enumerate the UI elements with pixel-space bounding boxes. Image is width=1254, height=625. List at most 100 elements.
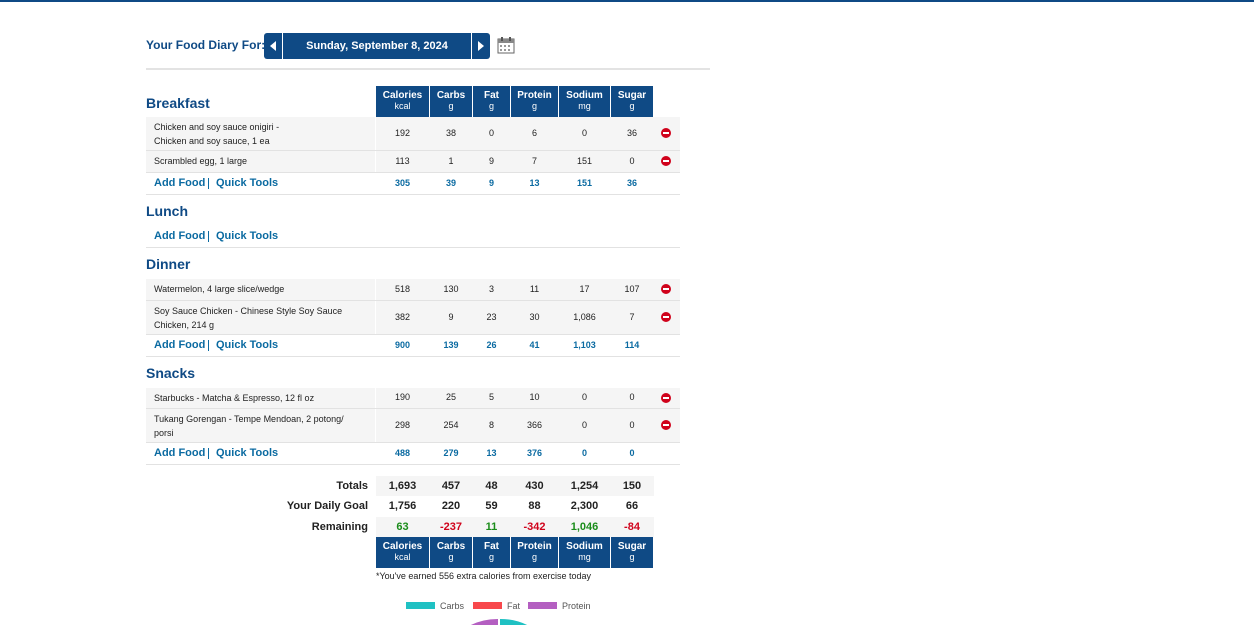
daily-goal-row: 1,756 220 59 88 2,300 66 [376, 497, 654, 517]
goal-calories: 1,756 [388, 500, 417, 512]
add-food-link[interactable]: Add Food [154, 177, 205, 189]
add-food-link[interactable]: Add Food [154, 339, 205, 351]
goal-protein: 88 [528, 500, 541, 512]
add-food-link[interactable]: Add Food [154, 447, 205, 459]
date-navigator: Sunday, September 8, 2024 [264, 33, 490, 59]
meal-title-dinner: Dinner [146, 256, 191, 272]
total-sodium: 1,254 [570, 480, 599, 492]
goal-sodium: 2,300 [570, 500, 599, 512]
remove-food-icon[interactable] [661, 393, 671, 403]
food-protein: 6 [531, 128, 537, 138]
food-protein: 366 [526, 420, 543, 430]
food-name[interactable]: Tukang Gorengan - Tempe Mendoan, 2 poton… [154, 412, 359, 440]
previous-day-button[interactable] [264, 33, 283, 59]
meal-total-carbs: 279 [443, 448, 459, 458]
food-sodium: 0 [581, 420, 587, 430]
goal-carbs: 220 [441, 500, 461, 512]
next-day-button[interactable] [471, 33, 490, 59]
legend-label-fat: Fat [507, 601, 521, 611]
food-row[interactable]: Chicken and soy sauce onigiri - Chicken … [146, 117, 680, 151]
remove-food-icon[interactable] [661, 284, 671, 294]
diary-date[interactable]: Sunday, September 8, 2024 [283, 33, 471, 59]
food-protein: 30 [529, 312, 540, 322]
column-sugar: Sugar g [611, 537, 653, 568]
food-calories: 518 [394, 284, 411, 294]
column-fat: Fat g [473, 537, 510, 568]
total-calories: 1,693 [388, 480, 417, 492]
food-sodium: 0 [581, 128, 587, 138]
remove-food-icon[interactable] [661, 420, 671, 430]
meal-total-fat: 9 [488, 178, 494, 188]
quick-tools-link[interactable]: Quick Tools [216, 339, 278, 351]
meal-total-sugar: 36 [626, 178, 637, 188]
goal-fat: 59 [485, 500, 498, 512]
food-sodium: 1,086 [573, 312, 596, 322]
food-name[interactable]: Scrambled egg, 1 large [154, 154, 364, 168]
food-row[interactable]: Soy Sauce Chicken - Chinese Style Soy Sa… [146, 301, 680, 335]
food-row[interactable]: Scrambled egg, 1 large 113 1 9 7 151 0 [146, 151, 680, 173]
meal-total-carbs: 39 [445, 178, 456, 188]
totals-label: Totals [336, 480, 368, 492]
column-protein: Protein g [511, 86, 558, 117]
meal-total-protein: 13 [529, 178, 540, 188]
food-calories: 298 [394, 420, 411, 430]
goal-sugar: 66 [625, 500, 639, 512]
food-protein: 10 [529, 392, 540, 402]
quick-tools-link[interactable]: Quick Tools [216, 447, 278, 459]
column-calories: Calories kcal [376, 86, 429, 117]
meal-total-protein: 41 [529, 340, 540, 350]
breakfast-actions: Add Food Quick Tools 305 39 9 13 151 36 [146, 173, 680, 195]
meal-total-carbs: 139 [443, 340, 459, 350]
pie-slice-protein [471, 618, 498, 625]
column-calories: Calories kcal [376, 537, 429, 568]
food-row[interactable]: Tukang Gorengan - Tempe Mendoan, 2 poton… [146, 409, 680, 443]
food-fat: 8 [488, 420, 494, 430]
remove-food-icon[interactable] [661, 156, 671, 166]
food-sugar: 36 [626, 128, 637, 138]
legend-label-protein: Protein [562, 601, 591, 611]
meal-total-sodium: 1,103 [573, 340, 596, 350]
meal-total-sugar: 114 [624, 340, 640, 350]
food-name[interactable]: Starbucks - Matcha & Espresso, 12 fl oz [154, 391, 364, 405]
remaining-row: 63 -237 11 -342 1,046 -84 [376, 517, 654, 537]
food-sodium: 151 [576, 156, 593, 166]
column-protein: Protein g [511, 537, 558, 568]
calendar-icon[interactable] [497, 36, 515, 54]
food-fat: 5 [488, 392, 494, 402]
food-calories: 382 [394, 312, 411, 322]
remove-food-icon[interactable] [661, 312, 671, 322]
total-sugar: 150 [622, 480, 642, 492]
remaining-label: Remaining [311, 521, 368, 533]
meal-total-sodium: 151 [576, 178, 593, 188]
food-sugar: 0 [629, 156, 635, 166]
food-name[interactable]: Watermelon, 4 large slice/wedge [154, 282, 364, 296]
meal-title-breakfast: Breakfast [146, 95, 210, 111]
legend-swatch-protein [528, 602, 557, 609]
meal-total-sodium: 0 [581, 448, 587, 458]
food-name[interactable]: Soy Sauce Chicken - Chinese Style Soy Sa… [154, 304, 364, 332]
legend-label-carbs: Carbs [440, 601, 465, 611]
remove-food-icon[interactable] [661, 128, 671, 138]
column-sodium: Sodium mg [559, 537, 610, 568]
quick-tools-link[interactable]: Quick Tools [216, 177, 278, 189]
column-sugar: Sugar g [611, 86, 653, 117]
food-calories: 190 [394, 392, 411, 402]
header-divider [146, 68, 710, 70]
column-carbs: Carbs g [430, 537, 472, 568]
food-fat: 3 [488, 284, 494, 294]
food-name[interactable]: Chicken and soy sauce onigiri - Chicken … [154, 120, 304, 148]
add-food-link[interactable]: Add Food [154, 230, 205, 242]
food-fat: 9 [488, 156, 494, 166]
remaining-sugar: -84 [624, 521, 640, 533]
food-sodium: 0 [581, 392, 587, 402]
quick-tools-link[interactable]: Quick Tools [216, 230, 278, 242]
food-sugar: 107 [624, 284, 640, 294]
food-row[interactable]: Starbucks - Matcha & Espresso, 12 fl oz … [146, 388, 680, 409]
food-row[interactable]: Watermelon, 4 large slice/wedge 518 130 … [146, 279, 680, 301]
meal-total-calories: 488 [394, 448, 411, 458]
meal-total-calories: 305 [394, 178, 411, 188]
lunch-actions: Add Food Quick Tools [146, 226, 680, 248]
food-sugar: 7 [629, 312, 635, 322]
meal-total-sugar: 0 [629, 448, 635, 458]
meal-title-lunch: Lunch [146, 203, 188, 219]
